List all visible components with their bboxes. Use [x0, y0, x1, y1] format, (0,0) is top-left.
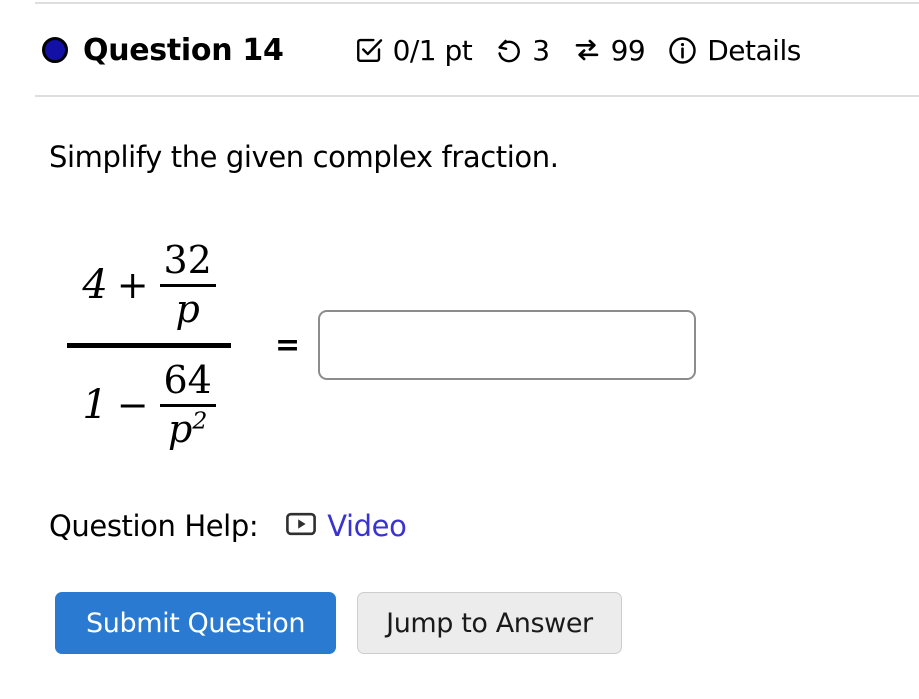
versions-label: 99	[610, 33, 646, 67]
versions-chip: 99	[572, 34, 646, 67]
question-prompt: Simplify the given complex fraction.	[49, 140, 559, 174]
divider-top	[35, 2, 919, 4]
question-meta: 0/1 pt 3 99 Details	[354, 34, 801, 67]
score-label: 0/1 pt	[392, 33, 473, 67]
numerator-inner-fraction-bottom: p	[175, 286, 200, 331]
numerator-inner-fraction-top: 32	[163, 237, 212, 282]
denominator-operator: −	[116, 383, 149, 427]
shuffle-swap-icon	[572, 35, 602, 65]
complex-fraction-numerator: 4 + 32 p	[82, 228, 216, 343]
divider-under-header	[35, 95, 919, 97]
content-column: Question 14 0/1 pt 3 99 Details Simplify…	[35, 0, 919, 699]
answer-input[interactable]	[318, 310, 697, 380]
equals-sign: =	[275, 327, 301, 363]
denominator-leading-term: 1	[82, 382, 108, 428]
complex-fraction: 4 + 32 p 1 − 64 p2	[49, 228, 249, 463]
question-page: Question 14 0/1 pt 3 99 Details Simplify…	[0, 0, 919, 699]
question-header: Question 14 0/1 pt 3 99 Details	[35, 20, 919, 80]
math-expression: 4 + 32 p 1 − 64 p2 =	[49, 225, 697, 465]
denominator-inner-fraction: 64 p2	[159, 357, 216, 451]
status-dot-icon	[42, 37, 68, 63]
page-title: Question 14	[83, 32, 284, 68]
complex-fraction-denominator: 1 − 64 p2	[82, 348, 216, 463]
numerator-leading-term: 4	[82, 262, 108, 308]
video-help-link[interactable]: Video	[286, 509, 407, 543]
attempts-label: 3	[532, 33, 550, 67]
details-label[interactable]: Details	[707, 34, 801, 67]
numerator-inner-fraction: 32 p	[159, 237, 216, 331]
attempts-chip: 3	[494, 33, 550, 67]
info-circle-icon[interactable]	[667, 35, 698, 66]
denominator-inner-variable: p	[167, 406, 193, 451]
score-chip: 0/1 pt	[354, 34, 473, 67]
denominator-inner-fraction-top: 64	[163, 357, 212, 402]
checkbox-checked-icon	[354, 35, 384, 65]
video-play-icon[interactable]	[286, 511, 317, 541]
details-chip[interactable]: Details	[667, 34, 801, 67]
question-help-row: Question Help: Video	[49, 505, 407, 547]
numerator-operator: +	[116, 263, 149, 307]
action-buttons: Submit Question Jump to Answer	[55, 592, 622, 654]
video-help-label[interactable]: Video	[327, 509, 407, 543]
denominator-inner-fraction-bottom: p2	[166, 406, 209, 451]
submit-question-button[interactable]: Submit Question	[55, 592, 337, 654]
jump-to-answer-button[interactable]: Jump to Answer	[357, 592, 622, 654]
question-help-label: Question Help:	[49, 509, 259, 543]
denominator-inner-exponent: 2	[192, 405, 208, 434]
undo-rotate-icon	[494, 36, 523, 65]
